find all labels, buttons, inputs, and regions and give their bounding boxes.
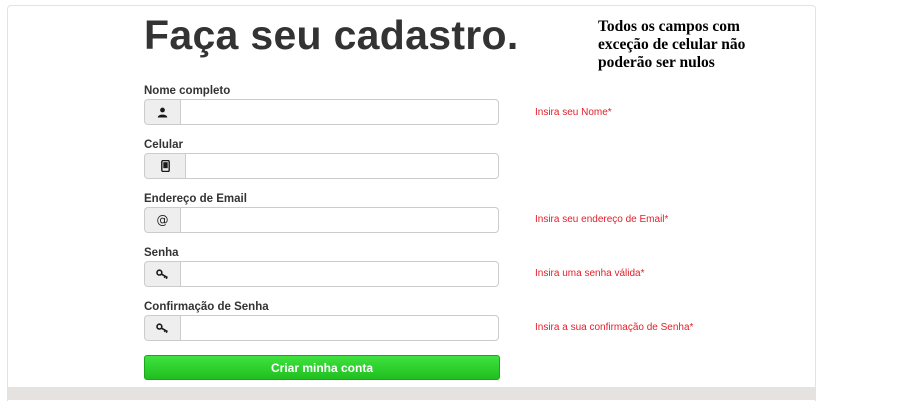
user-icon — [144, 99, 180, 125]
password-input-group — [144, 261, 499, 287]
required-fields-note: Todos os campos com exceção de celular n… — [598, 18, 798, 72]
phone-icon — [144, 153, 185, 179]
at-icon: @ — [144, 207, 180, 233]
phone-input[interactable] — [185, 153, 499, 179]
note-line: poderão ser nulos — [598, 54, 715, 71]
password-label: Senha — [144, 247, 179, 259]
phone-label: Celular — [144, 139, 183, 151]
create-account-button[interactable]: Criar minha conta — [144, 355, 500, 380]
email-input[interactable] — [180, 207, 499, 233]
phone-input-group — [144, 153, 499, 179]
password-confirm-label: Confirmação de Senha — [144, 301, 269, 313]
note-line: Todos os campos com — [598, 18, 740, 35]
password-error: Insira uma senha válida* — [535, 268, 645, 279]
password-input[interactable] — [180, 261, 499, 287]
key-icon — [144, 261, 180, 287]
name-input[interactable] — [180, 99, 499, 125]
password-confirm-error: Insira a sua confirmação de Senha* — [535, 322, 694, 333]
page-title: Faça seu cadastro. — [144, 12, 519, 58]
email-label: Endereço de Email — [144, 193, 247, 205]
key-icon — [144, 315, 180, 341]
name-input-group — [144, 99, 499, 125]
panel-footer — [7, 387, 815, 400]
email-error: Insira seu endereço de Email* — [535, 214, 669, 225]
email-input-group: @ — [144, 207, 499, 233]
name-label: Nome completo — [144, 85, 231, 97]
password-confirm-input-group — [144, 315, 499, 341]
note-line: exceção de celular não — [598, 36, 746, 53]
name-error: Insira seu Nome* — [535, 107, 612, 118]
password-confirm-input[interactable] — [180, 315, 499, 341]
